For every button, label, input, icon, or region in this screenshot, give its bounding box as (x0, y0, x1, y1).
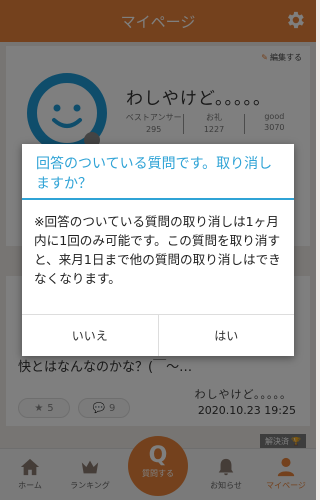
confirm-button[interactable]: はい (157, 315, 295, 356)
dialog-body: ※回答のついている質問の取り消しは1ヶ月内に1回のみ可能です。この質問を取り消す… (34, 214, 281, 286)
dialog-title: 回答のついている質問です。取り消しますか？ (22, 144, 294, 200)
cancel-question-dialog: 回答のついている質問です。取り消しますか？ ※回答のついている質問の取り消しは1… (22, 144, 294, 356)
dialog-actions: いいえ はい (22, 314, 294, 356)
cancel-button[interactable]: いいえ (22, 315, 158, 356)
